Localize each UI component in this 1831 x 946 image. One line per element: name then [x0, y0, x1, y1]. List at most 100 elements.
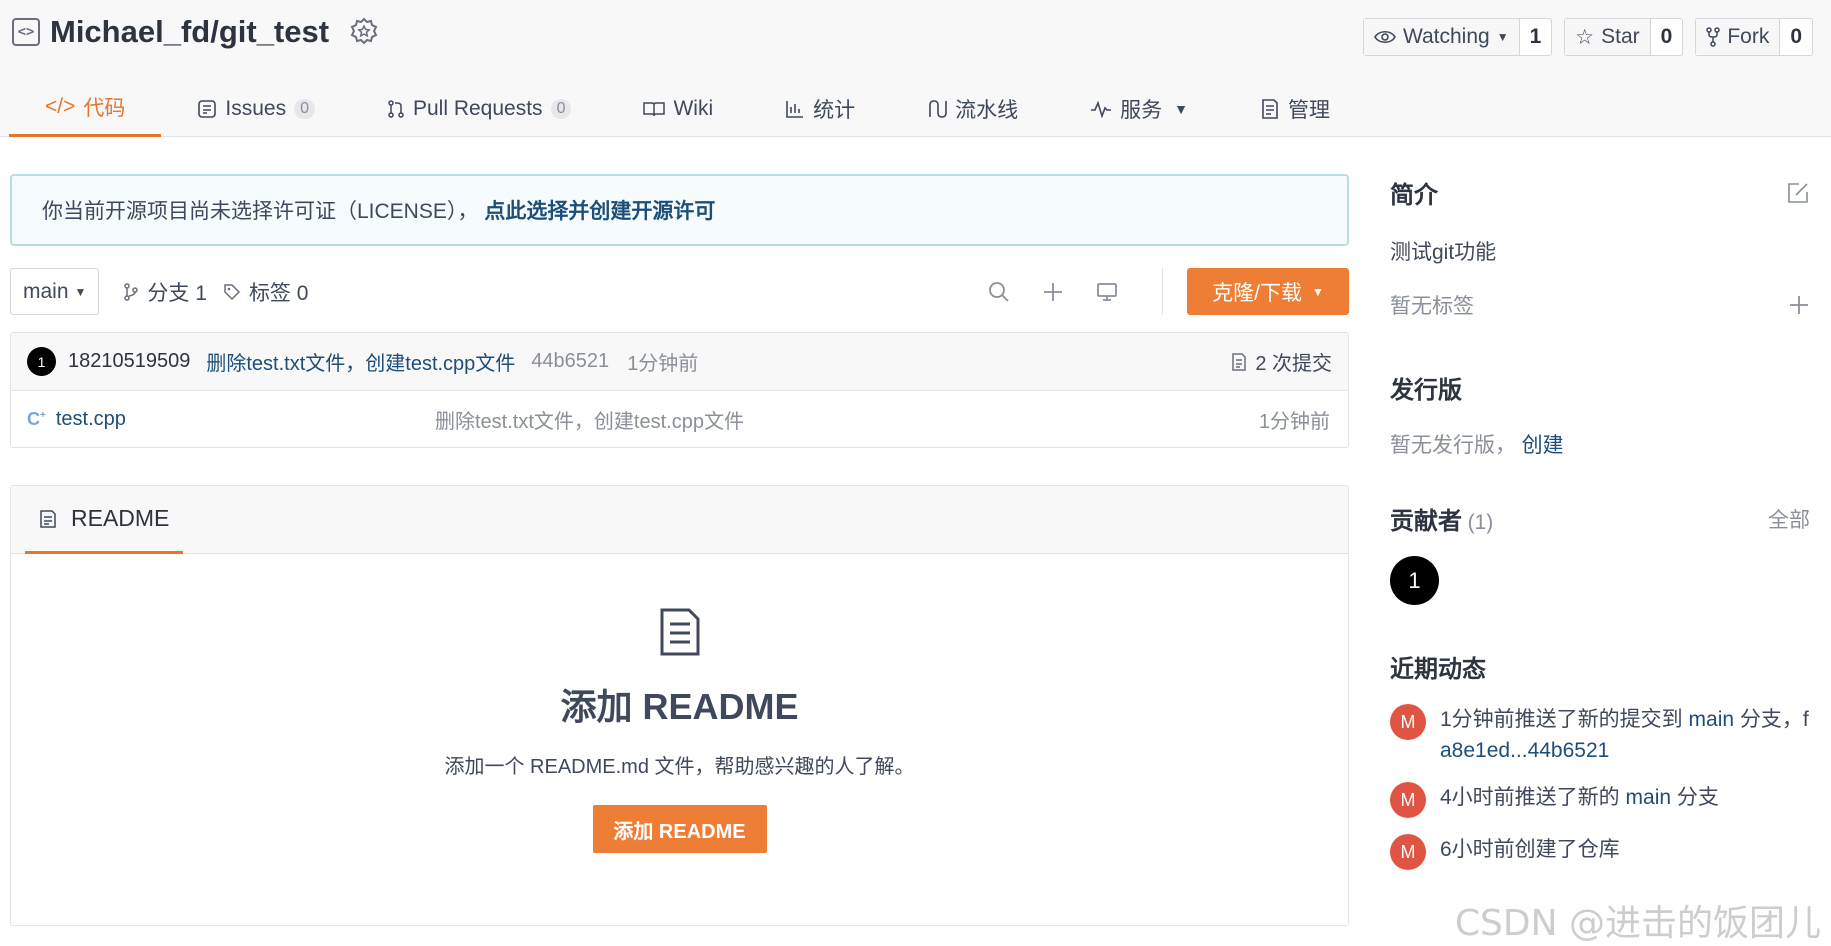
manage-icon: [1262, 98, 1278, 119]
branches-link[interactable]: 分支 1: [123, 277, 207, 307]
star-label: Star: [1601, 25, 1640, 48]
star-count[interactable]: 0: [1651, 19, 1683, 55]
activity-text: 4小时前推送了新的 main 分支: [1440, 782, 1719, 818]
avatar[interactable]: M: [1390, 704, 1426, 740]
fork-label-wrap: Fork: [1696, 19, 1781, 55]
tab-label: 管理: [1287, 98, 1330, 122]
commit-list-icon: [1232, 352, 1247, 371]
cpp-file-icon: C+: [27, 409, 46, 429]
repo-tabs: </> 代码 Issues 0 Pull Requests 0 Wiki 统计 …: [9, 80, 1366, 137]
pr-count-badge: 0: [550, 98, 572, 119]
no-release-text: 暂无发行版，: [1390, 434, 1516, 457]
activity-text: 6小时前创建了仓库: [1440, 834, 1620, 870]
activity-suffix: 分支: [1671, 786, 1719, 809]
intro-title: 简介: [1390, 182, 1438, 209]
tags-link[interactable]: 标签 0: [223, 277, 309, 307]
tab-readme[interactable]: README: [25, 486, 184, 554]
code-repo-icon: <>: [12, 18, 40, 46]
clone-download-button[interactable]: 克隆/下载 ▼: [1187, 268, 1349, 315]
add-readme-button[interactable]: 添加 README: [592, 805, 767, 853]
table-row[interactable]: C+ test.cpp 删除test.txt文件，创建test.cpp文件 1分…: [11, 391, 1348, 448]
file-tools: [987, 280, 1119, 304]
file-name[interactable]: test.cpp: [56, 408, 126, 431]
readme-tab-label: README: [71, 505, 170, 531]
wiki-icon: [643, 101, 666, 116]
tab-label: 服务: [1120, 98, 1163, 122]
toolbar-divider: [1162, 268, 1163, 315]
commit-count: 2 次提交: [1255, 353, 1332, 375]
tab-label: Pull Requests: [412, 96, 543, 120]
release-info: 暂无发行版， 创建: [1390, 429, 1810, 459]
create-license-link[interactable]: 点此选择并创建开源许可: [484, 195, 715, 225]
eye-icon: [1374, 30, 1396, 44]
avatar[interactable]: M: [1390, 834, 1426, 870]
commit-sha[interactable]: 44b6521: [531, 350, 609, 373]
file-time: 1分钟前: [1258, 411, 1330, 433]
tab-pull-requests[interactable]: Pull Requests 0: [351, 80, 607, 137]
recommend-badge-icon[interactable]: [349, 17, 379, 47]
branch-toolbar: main ▼ 分支 1 标签 0 克隆/下载 ▼: [10, 268, 1349, 315]
watch-count[interactable]: 1: [1520, 19, 1552, 55]
code-icon: </>: [45, 95, 76, 118]
commit-time: 1分钟前: [627, 353, 699, 375]
issues-icon: [198, 99, 217, 118]
activity-title: 近期动态: [1390, 656, 1486, 683]
branch-link[interactable]: main: [1626, 786, 1672, 809]
activity-prefix: 6小时前创建了仓库: [1440, 838, 1620, 861]
activity-suffix: 分支，f: [1734, 708, 1809, 731]
tab-manage[interactable]: 管理: [1224, 80, 1366, 137]
all-contributors-link[interactable]: 全部: [1768, 504, 1810, 534]
tag-count: 标签 0: [248, 281, 309, 305]
tab-label: 流水线: [955, 98, 1019, 122]
pull-request-icon: [388, 99, 404, 118]
branch-icon: [124, 282, 139, 301]
branch-select[interactable]: main ▼: [10, 268, 100, 315]
readme-header: README: [11, 486, 1348, 554]
create-release-link[interactable]: 创建: [1522, 434, 1564, 457]
watch-label-wrap: Watching ▼: [1363, 19, 1520, 55]
branch-name: main: [23, 279, 69, 303]
search-icon[interactable]: [987, 280, 1011, 304]
edit-icon[interactable]: [1786, 181, 1810, 205]
plus-icon[interactable]: [1041, 280, 1065, 304]
avatar[interactable]: 1: [1390, 556, 1439, 605]
pipeline-icon: [929, 99, 947, 118]
repo-name[interactable]: Michael_fd/git_test: [50, 14, 329, 50]
contributors-count: (1): [1467, 511, 1494, 534]
watermark: CSDN @进击的饭团儿: [1454, 903, 1821, 944]
tab-label: 代码: [83, 97, 126, 120]
sidebar: 简介 测试git功能 暂无标签 发行版 暂无发行版， 创建 贡献者 (1) 全部…: [1390, 175, 1810, 870]
star-button[interactable]: ☆ Star 0: [1564, 18, 1684, 56]
branch-link[interactable]: main: [1689, 708, 1735, 731]
tab-service[interactable]: 服务 ▼: [1054, 80, 1224, 137]
readme-panel: README 添加 README 添加一个 README.md 文件，帮助感兴趣…: [10, 485, 1349, 926]
avatar[interactable]: 1: [27, 347, 56, 376]
fork-button[interactable]: Fork 0: [1695, 18, 1813, 56]
commit-message[interactable]: 删除test.txt文件，创建test.cpp文件: [206, 347, 515, 376]
add-tag-icon[interactable]: [1788, 294, 1810, 316]
tab-pipeline[interactable]: 流水线: [891, 80, 1054, 137]
file-commit-message[interactable]: 删除test.txt文件，创建test.cpp文件: [435, 405, 744, 434]
list-item[interactable]: M 6小时前创建了仓库: [1390, 834, 1810, 870]
chevron-down-icon: ▼: [1311, 284, 1324, 299]
watch-button[interactable]: Watching ▼ 1: [1362, 18, 1553, 56]
commit-author[interactable]: 18210519509: [68, 350, 190, 373]
tab-code[interactable]: </> 代码: [9, 80, 162, 137]
tab-wiki[interactable]: Wiki: [607, 80, 749, 137]
fork-icon: [1706, 27, 1721, 47]
avatar[interactable]: M: [1390, 782, 1426, 818]
list-item[interactable]: M 1分钟前推送了新的提交到 main 分支，f a8e1ed...44b652…: [1390, 704, 1810, 766]
commit-range-link[interactable]: a8e1ed...44b6521: [1440, 739, 1609, 762]
repo-header: <> Michael_fd/git_test Watching ▼ 1 ☆ St…: [0, 0, 1831, 137]
fork-count[interactable]: 0: [1780, 19, 1812, 55]
chevron-down-icon: ▼: [1496, 30, 1509, 44]
monitor-icon[interactable]: [1095, 280, 1119, 304]
tag-icon: [224, 283, 240, 300]
tab-issues[interactable]: Issues 0: [161, 80, 351, 137]
list-item[interactable]: M 4小时前推送了新的 main 分支: [1390, 782, 1810, 818]
commits-link[interactable]: 2 次提交: [1231, 347, 1332, 376]
tab-label: Wiki: [673, 96, 714, 120]
tab-stats[interactable]: 统计: [749, 80, 891, 137]
star-label-wrap: ☆ Star: [1565, 19, 1651, 55]
intro-header: 简介: [1390, 175, 1810, 210]
